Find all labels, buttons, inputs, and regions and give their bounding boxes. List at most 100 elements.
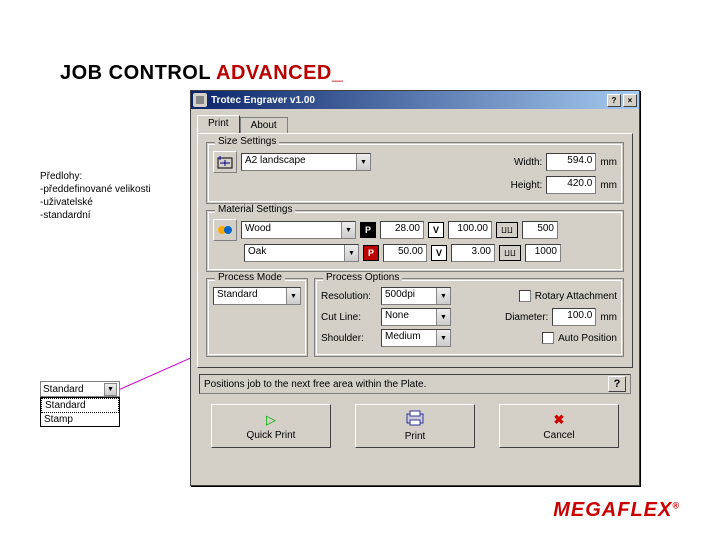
app-icon (193, 93, 207, 107)
group-title: Process Options (323, 272, 402, 283)
standard-dropdown-popup[interactable]: Standard ▼ Standard Stamp (40, 381, 120, 427)
button-label: Cancel (543, 430, 574, 441)
dropdown-item[interactable]: Stamp (41, 413, 119, 426)
title-advanced: ADVANCED (216, 62, 332, 84)
hz-value[interactable]: 1000 (525, 244, 561, 262)
v-value[interactable]: 100.00 (448, 221, 492, 239)
v-chip: V (428, 222, 444, 238)
combo-text: A2 landscape (242, 154, 356, 170)
width-input[interactable]: 594.0 (546, 153, 596, 171)
unit-label: mm (600, 312, 617, 323)
diameter-label: Diameter: (505, 312, 548, 323)
dropdown-item[interactable]: Standard (41, 398, 119, 413)
play-icon: ▷ (266, 412, 276, 428)
process-options-group: Process Options Resolution: 500dpi ▼ Rot… (314, 278, 624, 357)
width-label: Width: (514, 157, 542, 168)
window-title: Trotec Engraver v1.00 (211, 95, 315, 106)
size-settings-group: Size Settings A2 landscape ▼ Width: 594.… (206, 142, 624, 204)
chevron-down-icon[interactable]: ▼ (356, 154, 370, 170)
dropdown-selected[interactable]: Standard ▼ (40, 381, 120, 397)
p-value[interactable]: 28.00 (380, 221, 424, 239)
unit-label: mm (600, 180, 617, 191)
material-category-combo[interactable]: Wood ▼ (241, 221, 356, 239)
diameter-input[interactable]: 100.0 (552, 308, 596, 326)
dropdown-list[interactable]: Standard Stamp (40, 397, 120, 427)
shoulder-combo[interactable]: Medium ▼ (381, 329, 451, 347)
tab-print[interactable]: Print (197, 115, 240, 133)
autopos-label: Auto Position (558, 333, 617, 344)
rotary-checkbox[interactable] (519, 290, 531, 302)
logo-text: MEGAFLEX (553, 499, 672, 521)
tab-about[interactable]: About (240, 117, 288, 133)
callout-line: -předdefinované velikosti (40, 183, 180, 196)
cancel-icon: ✖ (554, 412, 565, 428)
help-button[interactable]: ? (607, 94, 621, 107)
hz-value[interactable]: 500 (522, 221, 558, 239)
close-button[interactable]: × (623, 94, 637, 107)
tab-panel: Size Settings A2 landscape ▼ Width: 594.… (197, 133, 633, 368)
cancel-button[interactable]: ✖ Cancel (499, 404, 619, 448)
registered-icon: ® (672, 500, 680, 510)
trotec-dialog: Trotec Engraver v1.00 ? × Print About Si… (190, 90, 640, 486)
chevron-down-icon[interactable]: ▼ (436, 288, 450, 304)
chevron-down-icon[interactable]: ▼ (104, 383, 117, 396)
shoulder-label: Shoulder: (321, 333, 377, 344)
material-settings-group: Material Settings Wood ▼ P 28.00 V 100.0… (206, 210, 624, 272)
callout-line: Předlohy: (40, 170, 180, 183)
resolution-label: Resolution: (321, 291, 377, 302)
group-title: Size Settings (215, 136, 279, 147)
button-label: Quick Print (247, 430, 296, 441)
wave-icon: ⳘⳘ (496, 222, 518, 238)
v-value[interactable]: 3.00 (451, 244, 495, 262)
chevron-down-icon[interactable]: ▼ (341, 222, 355, 238)
title-plain: JOB CONTROL (60, 62, 216, 84)
callout-line: -standardní (40, 209, 180, 222)
print-button[interactable]: Print (355, 404, 475, 448)
combo-text: Wood (242, 222, 341, 238)
callout-line: -uživatelské (40, 196, 180, 209)
title-cursor: _ (332, 62, 344, 84)
combo-text: Oak (245, 245, 344, 261)
chevron-down-icon[interactable]: ▼ (286, 288, 300, 304)
autopos-checkbox[interactable] (542, 332, 554, 344)
group-title: Material Settings (215, 204, 295, 215)
height-label: Height: (511, 180, 543, 191)
footer-buttons: ▷ Quick Print Print ✖ Cancel (191, 400, 639, 456)
resolution-combo[interactable]: 500dpi ▼ (381, 287, 451, 305)
callout-text: Předlohy: -předdefinované velikosti -uži… (40, 170, 180, 222)
v-chip: V (431, 245, 447, 261)
dropdown-selected-text: Standard (43, 384, 104, 395)
chevron-down-icon[interactable]: ▼ (344, 245, 358, 261)
process-mode-group: Process Mode Standard ▼ (206, 278, 308, 357)
cutline-combo[interactable]: None ▼ (381, 308, 451, 326)
button-label: Print (405, 431, 426, 442)
process-mode-combo[interactable]: Standard ▼ (213, 287, 301, 305)
chevron-down-icon[interactable]: ▼ (436, 330, 450, 346)
megaflex-logo: MEGAFLEX® (553, 499, 680, 522)
printer-icon (404, 410, 426, 429)
combo-text: 500dpi (382, 288, 436, 304)
status-help-button[interactable]: ? (608, 376, 626, 392)
status-text: Positions job to the next free area with… (204, 379, 426, 390)
material-icon-button[interactable] (213, 219, 237, 241)
combo-text: Standard (214, 288, 286, 304)
slide-title: JOB CONTROL ADVANCED_ (60, 62, 344, 85)
titlebar[interactable]: Trotec Engraver v1.00 ? × (191, 91, 639, 109)
size-template-combo[interactable]: A2 landscape ▼ (241, 153, 371, 171)
combo-text: None (382, 309, 436, 325)
p-chip-red: P (363, 245, 379, 261)
rotary-label: Rotary Attachment (535, 291, 617, 302)
unit-label: mm (600, 157, 617, 168)
quick-print-button[interactable]: ▷ Quick Print (211, 404, 331, 448)
status-bar: Positions job to the next free area with… (199, 374, 631, 394)
chevron-down-icon[interactable]: ▼ (436, 309, 450, 325)
group-title: Process Mode (215, 272, 285, 283)
wave-icon: ⳘⳘ (499, 245, 521, 261)
p-chip-black: P (360, 222, 376, 238)
height-input[interactable]: 420.0 (546, 176, 596, 194)
combo-text: Medium (382, 330, 436, 346)
p-value[interactable]: 50.00 (383, 244, 427, 262)
cutline-label: Cut Line: (321, 312, 377, 323)
size-icon-button[interactable] (213, 151, 237, 173)
material-type-combo[interactable]: Oak ▼ (244, 244, 359, 262)
